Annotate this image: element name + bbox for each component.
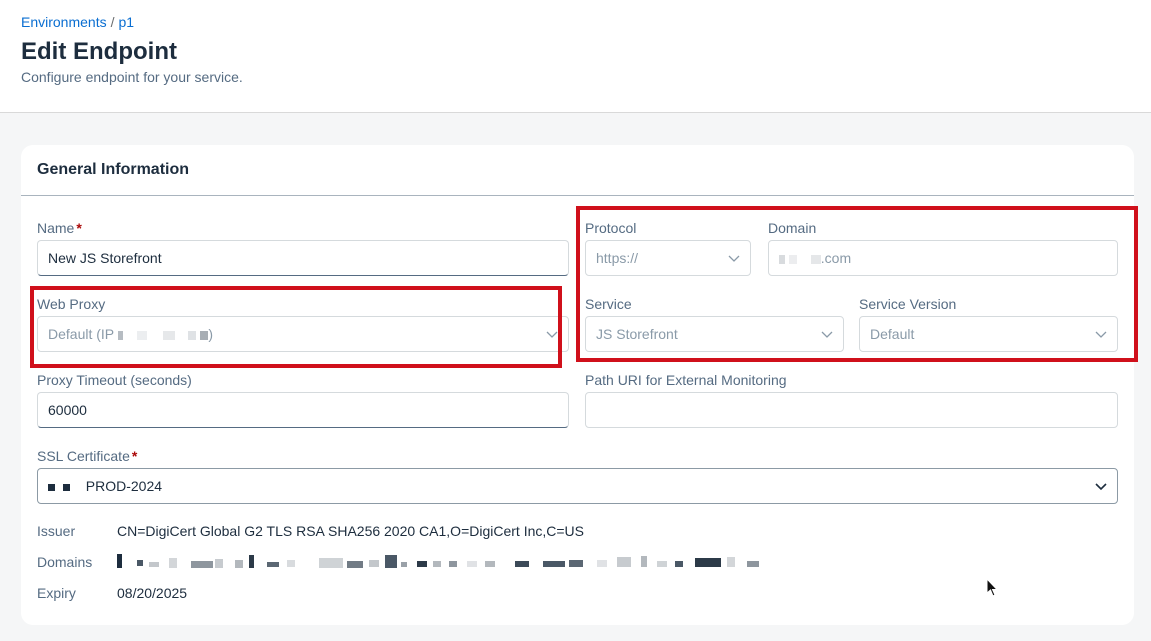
domains-label: Domains: [37, 554, 93, 570]
breadcrumb-environments-link[interactable]: Environments: [21, 14, 107, 30]
page-header: Environments / p1 Edit Endpoint Configure …: [0, 0, 1151, 113]
ssl-certificate-label: SSL Certificate *: [37, 448, 137, 464]
ssl-certificate-select[interactable]: PROD-2024: [37, 468, 1118, 504]
breadcrumb-current-link[interactable]: p1: [118, 14, 134, 30]
card-divider: [21, 195, 1134, 196]
name-label-text: Name: [37, 220, 75, 236]
protocol-service-highlight-box: [576, 206, 1138, 362]
name-input[interactable]: New JS Storefront: [37, 240, 569, 276]
issuer-value: CN=DigiCert Global G2 TLS RSA SHA256 202…: [117, 523, 585, 539]
redacted-domains-graphic: [117, 554, 759, 568]
expiry-label: Expiry: [37, 585, 76, 601]
ssl-certificate-value: PROD-2024: [48, 478, 1095, 494]
redacted-cert-prefix: [62, 483, 70, 491]
page-subtitle: Configure endpoint for your service.: [21, 69, 243, 85]
expiry-value: 08/20/2025: [117, 585, 188, 601]
proxy-timeout-input[interactable]: 60000: [37, 392, 569, 428]
redacted-cert-prefix: [48, 483, 55, 491]
issuer-label: Issuer: [37, 523, 76, 539]
required-marker: *: [131, 448, 138, 464]
chevron-down-icon: [1095, 480, 1107, 492]
card-title: General Information: [37, 161, 190, 178]
domains-value-redacted: [117, 554, 777, 570]
path-uri-input[interactable]: [585, 392, 1118, 428]
proxy-timeout-label: Proxy Timeout (seconds): [37, 372, 192, 388]
required-marker: *: [76, 220, 82, 236]
web-proxy-highlight-box: [30, 286, 562, 368]
mouse-pointer-icon: [986, 577, 1000, 598]
name-input-value: New JS Storefront: [48, 250, 162, 266]
page-title: Edit Endpoint: [21, 38, 177, 65]
breadcrumb-separator: /: [110, 14, 115, 30]
proxy-timeout-value: 60000: [48, 402, 87, 418]
ssl-certificate-label-text: SSL Certificate: [37, 448, 130, 464]
path-uri-label: Path URI for External Monitoring: [585, 372, 787, 388]
name-label: Name *: [37, 220, 82, 236]
ssl-certificate-value-text: PROD-2024: [85, 478, 163, 494]
breadcrumb: Environments / p1: [21, 14, 134, 30]
